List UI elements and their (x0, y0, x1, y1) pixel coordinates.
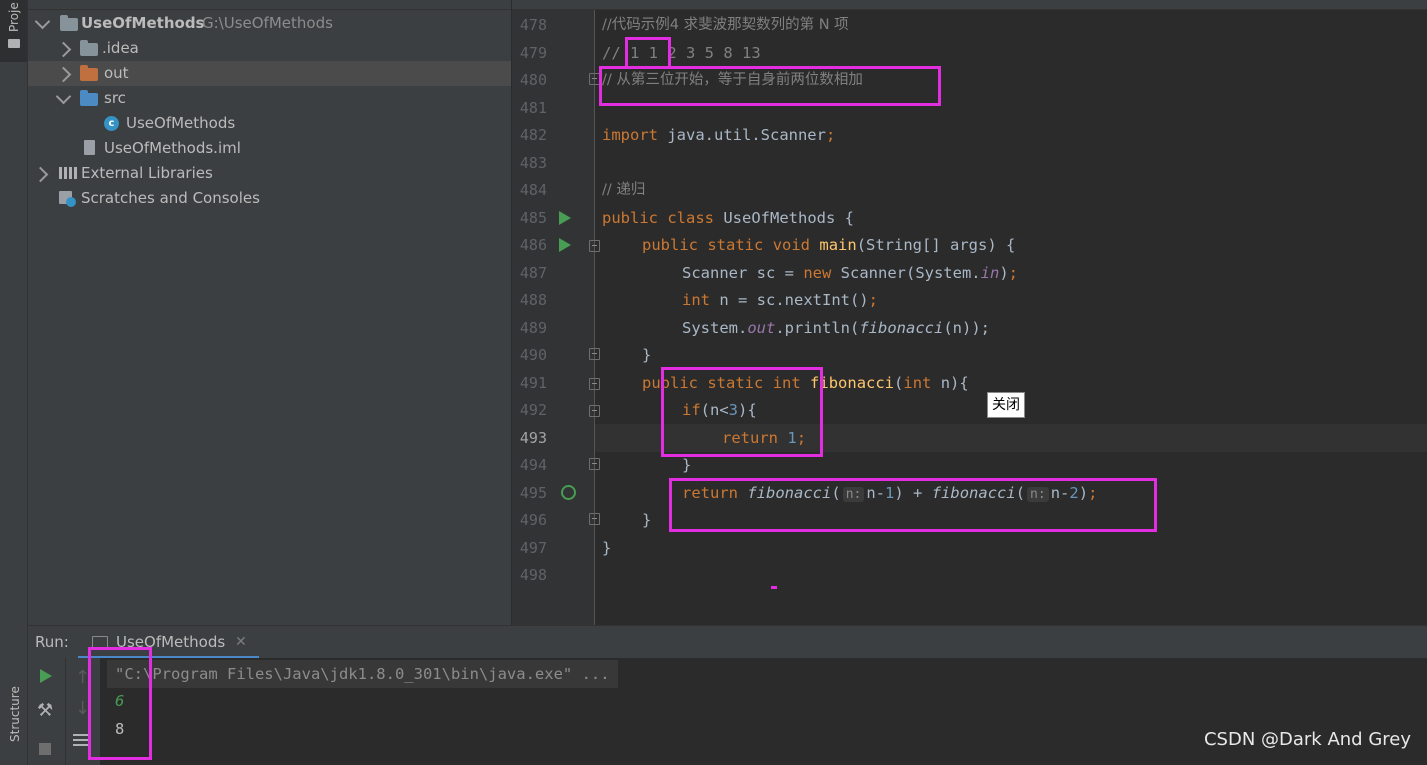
module-folder-icon (60, 15, 78, 31)
settings-wrench-icon[interactable]: ⚒ (37, 700, 53, 721)
recursive-call-icon (561, 485, 576, 500)
tool-window-strip (0, 0, 28, 765)
chevron-right-icon[interactable] (55, 41, 72, 58)
tree-item-class[interactable]: c UseOfMethods (28, 111, 511, 136)
line-number: 481 (519, 99, 547, 117)
tree-item-idea[interactable]: .idea (28, 36, 511, 61)
java-class-icon: c (104, 116, 119, 131)
comment-line-478: //代码示例4 求斐波那契数列的第 N 项 (602, 17, 849, 33)
annotation-box-rule-comment (599, 66, 941, 106)
library-icon (59, 167, 62, 179)
module-file-icon (84, 140, 95, 155)
project-tool-tab[interactable]: Proje (0, 0, 27, 62)
annotation-box-base-case (661, 367, 823, 457)
structure-tab-label: Structure (8, 686, 22, 742)
tree-root-path: G:\UseOfMethods (202, 14, 333, 32)
annotation-box-recursion (669, 478, 1157, 532)
gutter-separator (594, 10, 595, 625)
line-number: 487 (519, 264, 547, 282)
line-number: 490 (519, 346, 547, 364)
annotation-mark (771, 586, 777, 589)
line-number: 497 (519, 539, 547, 557)
line-number: 488 (519, 291, 547, 309)
line-number-current: 493 (519, 429, 547, 447)
console-command-line: "C:\Program Files\Java\jdk1.8.0_301\bin\… (107, 660, 618, 688)
line-number: 494 (519, 456, 547, 474)
fold-marker-icon[interactable] (589, 240, 600, 252)
run-toolbar: ⚒ (28, 658, 66, 765)
line-number: 492 (519, 401, 547, 419)
structure-tool-tab[interactable]: Structure (0, 680, 27, 765)
line-number: 496 (519, 511, 547, 529)
annotation-box-first-terms (625, 37, 671, 69)
fold-marker-icon[interactable] (589, 405, 600, 417)
read-int-line: int n = sc.nextInt(); (682, 291, 878, 309)
line-number: 491 (519, 374, 547, 392)
project-panel-header (28, 0, 511, 10)
line-number: 478 (519, 16, 547, 34)
class-declaration: public class UseOfMethods { (602, 209, 854, 227)
tree-item-scratches[interactable]: Scratches and Consoles (28, 186, 511, 211)
line-number: 485 (519, 209, 547, 227)
run-main-icon[interactable] (559, 238, 571, 252)
tree-item-external-libraries[interactable]: External Libraries (28, 161, 511, 186)
line-number: 484 (519, 181, 547, 199)
tree-item-label: .idea (102, 39, 139, 57)
tree-item-out[interactable]: out (28, 61, 511, 86)
fold-marker-icon[interactable] (589, 378, 600, 390)
rerun-icon[interactable] (40, 669, 52, 683)
chevron-down-icon[interactable] (34, 13, 51, 30)
project-folder-icon (8, 39, 20, 48)
tree-item-label: UseOfMethods.iml (104, 139, 241, 157)
chevron-right-icon[interactable] (32, 166, 49, 183)
tree-root-name: UseOfMethods (81, 14, 205, 32)
fold-marker-icon[interactable] (589, 458, 600, 470)
tree-item-iml[interactable]: UseOfMethods.iml (28, 136, 511, 161)
line-number: 498 (519, 566, 547, 584)
comment-line-484: // 递归 (602, 182, 646, 198)
editor-tab-bar (512, 0, 1427, 10)
tree-item-src[interactable]: src (28, 86, 511, 111)
class-close-brace: } (602, 539, 612, 557)
line-number: 479 (519, 44, 547, 62)
println-line: System.out.println(fibonacci(n)); (682, 319, 990, 337)
tree-item-label: UseOfMethods (126, 114, 236, 132)
main-method-declaration: public static void main(String[] args) { (642, 236, 1016, 254)
run-class-icon[interactable] (559, 211, 571, 225)
annotation-box-output (88, 647, 152, 760)
run-label: Run: (35, 633, 69, 651)
watermark: CSDN @Dark And Grey (1203, 729, 1411, 750)
line-number: 483 (519, 154, 547, 172)
fibonacci-close-brace: } (642, 511, 652, 529)
run-panel-header: Run: UseOfMethods ✕ (28, 625, 1427, 659)
close-tab-icon[interactable]: ✕ (235, 626, 247, 659)
line-number: 489 (519, 319, 547, 337)
tree-root-row[interactable]: UseOfMethods G:\UseOfMethods (28, 11, 511, 36)
line-number: 482 (519, 126, 547, 144)
tree-item-label: src (104, 89, 126, 107)
fold-marker-icon[interactable] (589, 348, 600, 360)
scanner-line: Scanner sc = new Scanner(System.in); (682, 264, 1018, 282)
tree-item-label: Scratches and Consoles (81, 189, 260, 207)
project-tab-label: Proje (7, 2, 21, 32)
excluded-folder-icon (80, 65, 98, 81)
main-close-brace: } (642, 346, 652, 364)
tree-item-label: External Libraries (81, 164, 213, 182)
line-number: 480 (519, 71, 547, 89)
soft-wrap-icon[interactable] (73, 734, 89, 736)
import-statement: import java.util.Scanner; (602, 126, 836, 144)
fold-marker-icon[interactable] (589, 513, 600, 525)
console-clock-icon (66, 197, 76, 207)
line-number: 486 (519, 236, 547, 254)
folder-icon (80, 40, 98, 56)
chevron-right-icon[interactable] (55, 66, 72, 83)
line-number: 495 (519, 484, 547, 502)
chevron-down-icon[interactable] (55, 88, 72, 105)
source-folder-icon (80, 90, 98, 106)
close-tooltip: 关闭 (987, 392, 1025, 418)
tree-item-label: out (104, 64, 129, 82)
stop-icon[interactable] (39, 743, 51, 755)
